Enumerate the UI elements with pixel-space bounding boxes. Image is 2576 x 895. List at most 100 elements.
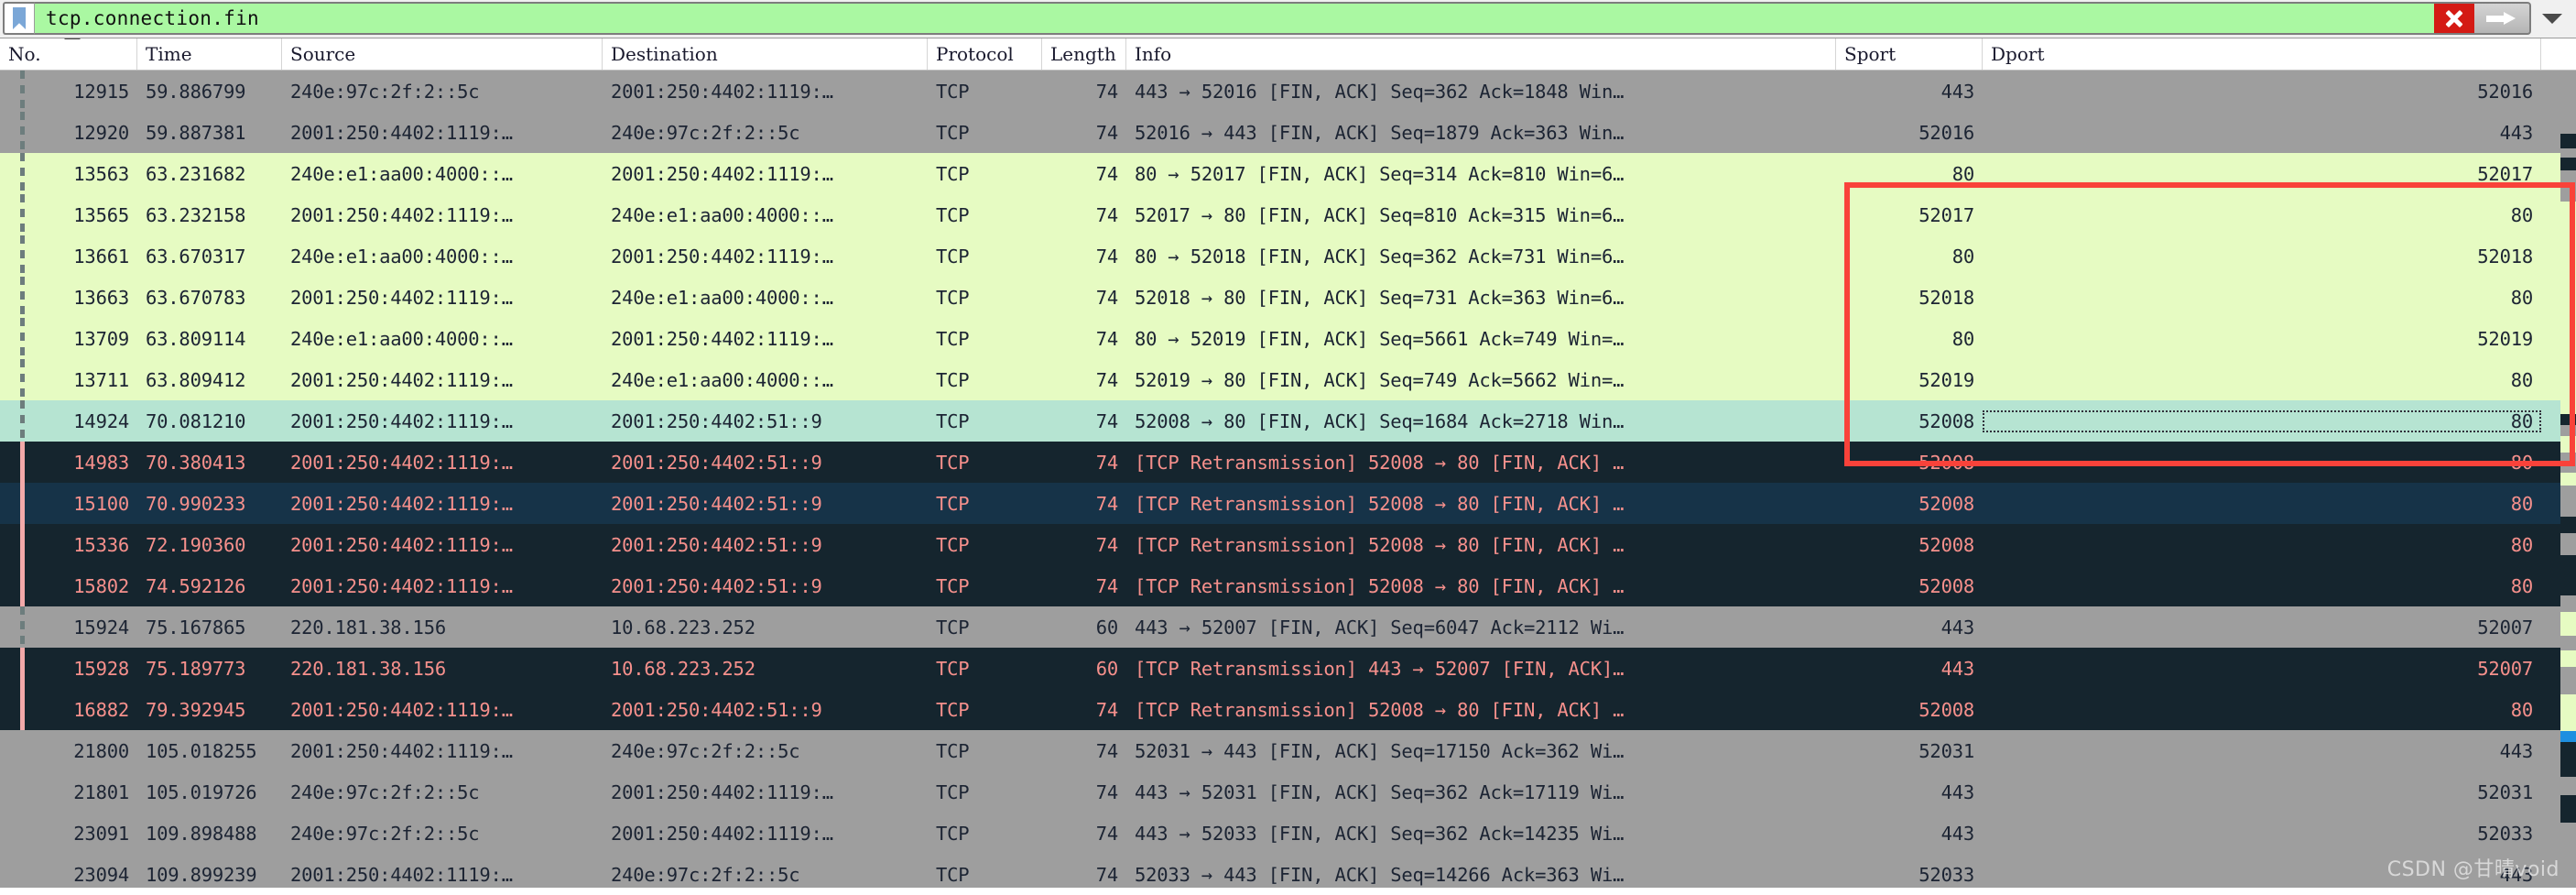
packet-row[interactable]: 13663 63.670783 2001:250:4402:1119:… 240e:e… [0,277,2576,318]
packet-row[interactable]: 23091 109.898488 240e:97c:2f:2::5c 2001:250… [0,813,2576,854]
packet-no: 15924 [73,616,129,639]
packet-row[interactable]: 15100 70.990233 2001:250:4402:1119:… 2001:2… [0,483,2576,524]
packet-length: 74 [1095,698,1118,721]
bookmark-icon [13,7,26,29]
scrollbar-segment [2560,694,2576,731]
packet-time: 74.592126 [146,574,246,597]
packet-row[interactable]: 14924 70.081210 2001:250:4402:1119:… 2001:2… [0,400,2576,442]
packet-row[interactable]: 13711 63.809412 2001:250:4402:1119:… 240e:e… [0,359,2576,400]
packet-time: 70.081210 [146,409,246,432]
packet-info: 80 → 52017 [FIN, ACK] Seq=314 Ack=810 Wi… [1135,162,1625,185]
packet-info: 80 → 52018 [FIN, ACK] Seq=362 Ack=731 Wi… [1135,245,1625,267]
display-filter-input[interactable]: tcp.connection.fin [34,2,2434,35]
packet-info: 52017 → 80 [FIN, ACK] Seq=810 Ack=315 Wi… [1135,203,1625,226]
packet-row[interactable]: 13661 63.670317 240e:e1:aa00:4000::… 2001:2… [0,235,2576,277]
packet-list-body[interactable]: 12915 59.886799 240e:97c:2f:2::5c 2001:250:… [0,71,2576,895]
filter-history-dropdown[interactable] [2531,2,2573,35]
packet-source: 220.181.38.156 [290,657,446,680]
packet-protocol: TCP [936,245,970,267]
apply-filter-button[interactable] [2474,2,2531,35]
column-header-dport-label: Dport [1991,43,2045,65]
column-header-source[interactable]: Source [282,38,603,70]
packet-sport: 52008 [1918,574,1974,597]
column-header-sport[interactable]: Sport [1836,38,1983,70]
packet-row[interactable]: 12920 59.887381 2001:250:4402:1119:… 240e:9… [0,112,2576,153]
packet-source: 240e:e1:aa00:4000::… [290,245,513,267]
packet-row[interactable]: 16882 79.392945 2001:250:4402:1119:… 2001:2… [0,689,2576,730]
packet-length: 74 [1095,822,1118,845]
scrollbar-segment [2560,595,2576,612]
packet-row[interactable]: 13563 63.231682 240e:e1:aa00:4000::… 2001:2… [0,153,2576,194]
packet-protocol: TCP [936,327,970,350]
packet-no: 21800 [73,739,129,762]
packet-row[interactable]: 15336 72.190360 2001:250:4402:1119:… 2001:2… [0,524,2576,565]
packet-row[interactable]: 15802 74.592126 2001:250:4402:1119:… 2001:2… [0,565,2576,606]
packet-dport: 52033 [2477,822,2533,845]
packet-destination: 240e:e1:aa00:4000::… [611,368,833,391]
packet-no: 13709 [73,327,129,350]
packet-protocol: TCP [936,822,970,845]
column-header-no[interactable]: No. [0,38,137,70]
packet-info: 443 → 52016 [FIN, ACK] Seq=362 Ack=1848 … [1135,80,1625,103]
packet-list-scrollbar[interactable] [2560,77,2576,895]
packet-source: 2001:250:4402:1119:… [290,368,513,391]
scrollbar-segment [2560,667,2576,694]
packet-protocol: TCP [936,492,970,515]
packet-no: 12920 [73,121,129,144]
scrollbar-segment [2560,453,2576,473]
window-bottom-edge [0,888,2576,895]
column-header-info[interactable]: Info [1126,38,1836,70]
column-header-protocol[interactable]: Protocol [928,38,1042,70]
packet-dport: 443 [2499,863,2534,886]
packet-no: 14983 [73,451,129,474]
packet-destination: 2001:250:4402:1119:… [611,822,833,845]
packet-row[interactable]: 15924 75.167865 220.181.38.156 10.68.223.25… [0,606,2576,648]
packet-source: 2001:250:4402:1119:… [290,574,513,597]
packet-time: 63.809114 [146,327,246,350]
packet-protocol: TCP [936,698,970,721]
packet-sport: 52033 [1918,863,1974,886]
packet-info: [TCP Retransmission] 52008 → 80 [FIN, AC… [1135,574,1625,597]
packet-length: 74 [1095,739,1118,762]
packet-source: 2001:250:4402:1119:… [290,451,513,474]
packet-length: 74 [1095,203,1118,226]
packet-no: 15802 [73,574,129,597]
packet-time: 63.809412 [146,368,246,391]
bookmark-filter-button[interactable] [3,2,34,35]
packet-row[interactable]: 15928 75.189773 220.181.38.156 10.68.223.25… [0,648,2576,689]
packet-row[interactable]: 21800 105.018255 2001:250:4402:1119:… 240e:… [0,730,2576,771]
packet-dport: 52017 [2477,162,2533,185]
packet-destination: 2001:250:4402:51::9 [611,533,822,556]
packet-info: 52018 → 80 [FIN, ACK] Seq=731 Ack=363 Wi… [1135,286,1625,309]
column-header-dport[interactable]: Dport [1983,38,2541,70]
scrollbar-segment [2560,612,2576,636]
packet-row[interactable]: 12915 59.886799 240e:97c:2f:2::5c 2001:250:… [0,71,2576,112]
column-header-destination[interactable]: Destination [603,38,928,70]
scrollbar-segment [2560,555,2576,595]
packet-sport: 52008 [1918,409,1974,432]
packet-list[interactable]: No. Time Source Destination Protocol Len… [0,38,2576,895]
packet-row[interactable]: 21801 105.019726 240e:97c:2f:2::5c 2001:250… [0,771,2576,813]
packet-row[interactable]: 13709 63.809114 240e:e1:aa00:4000::… 2001:2… [0,318,2576,359]
packet-no: 12915 [73,80,129,103]
packet-sport: 80 [1951,245,1974,267]
packet-protocol: TCP [936,533,970,556]
clear-filter-button[interactable] [2434,2,2474,35]
packet-source: 240e:e1:aa00:4000::… [290,327,513,350]
packet-info: [TCP Retransmission] 52008 → 80 [FIN, AC… [1135,492,1625,515]
column-header-time[interactable]: Time [137,38,282,70]
packet-no: 13563 [73,162,129,185]
packet-length: 74 [1095,409,1118,432]
packet-row[interactable]: 14983 70.380413 2001:250:4402:1119:… 2001:2… [0,442,2576,483]
packet-info: 52008 → 80 [FIN, ACK] Seq=1684 Ack=2718 … [1135,409,1625,432]
packet-protocol: TCP [936,286,970,309]
packet-length: 74 [1095,368,1118,391]
column-header-length[interactable]: Length [1042,38,1126,70]
packet-length: 74 [1095,286,1118,309]
packet-dport: 52007 [2477,657,2533,680]
packet-destination: 240e:97c:2f:2::5c [611,739,800,762]
packet-source: 2001:250:4402:1119:… [290,409,513,432]
scrollbar-segment [2560,77,2576,134]
packet-row[interactable]: 13565 63.232158 2001:250:4402:1119:… 240e:e… [0,194,2576,235]
packet-length: 74 [1095,451,1118,474]
